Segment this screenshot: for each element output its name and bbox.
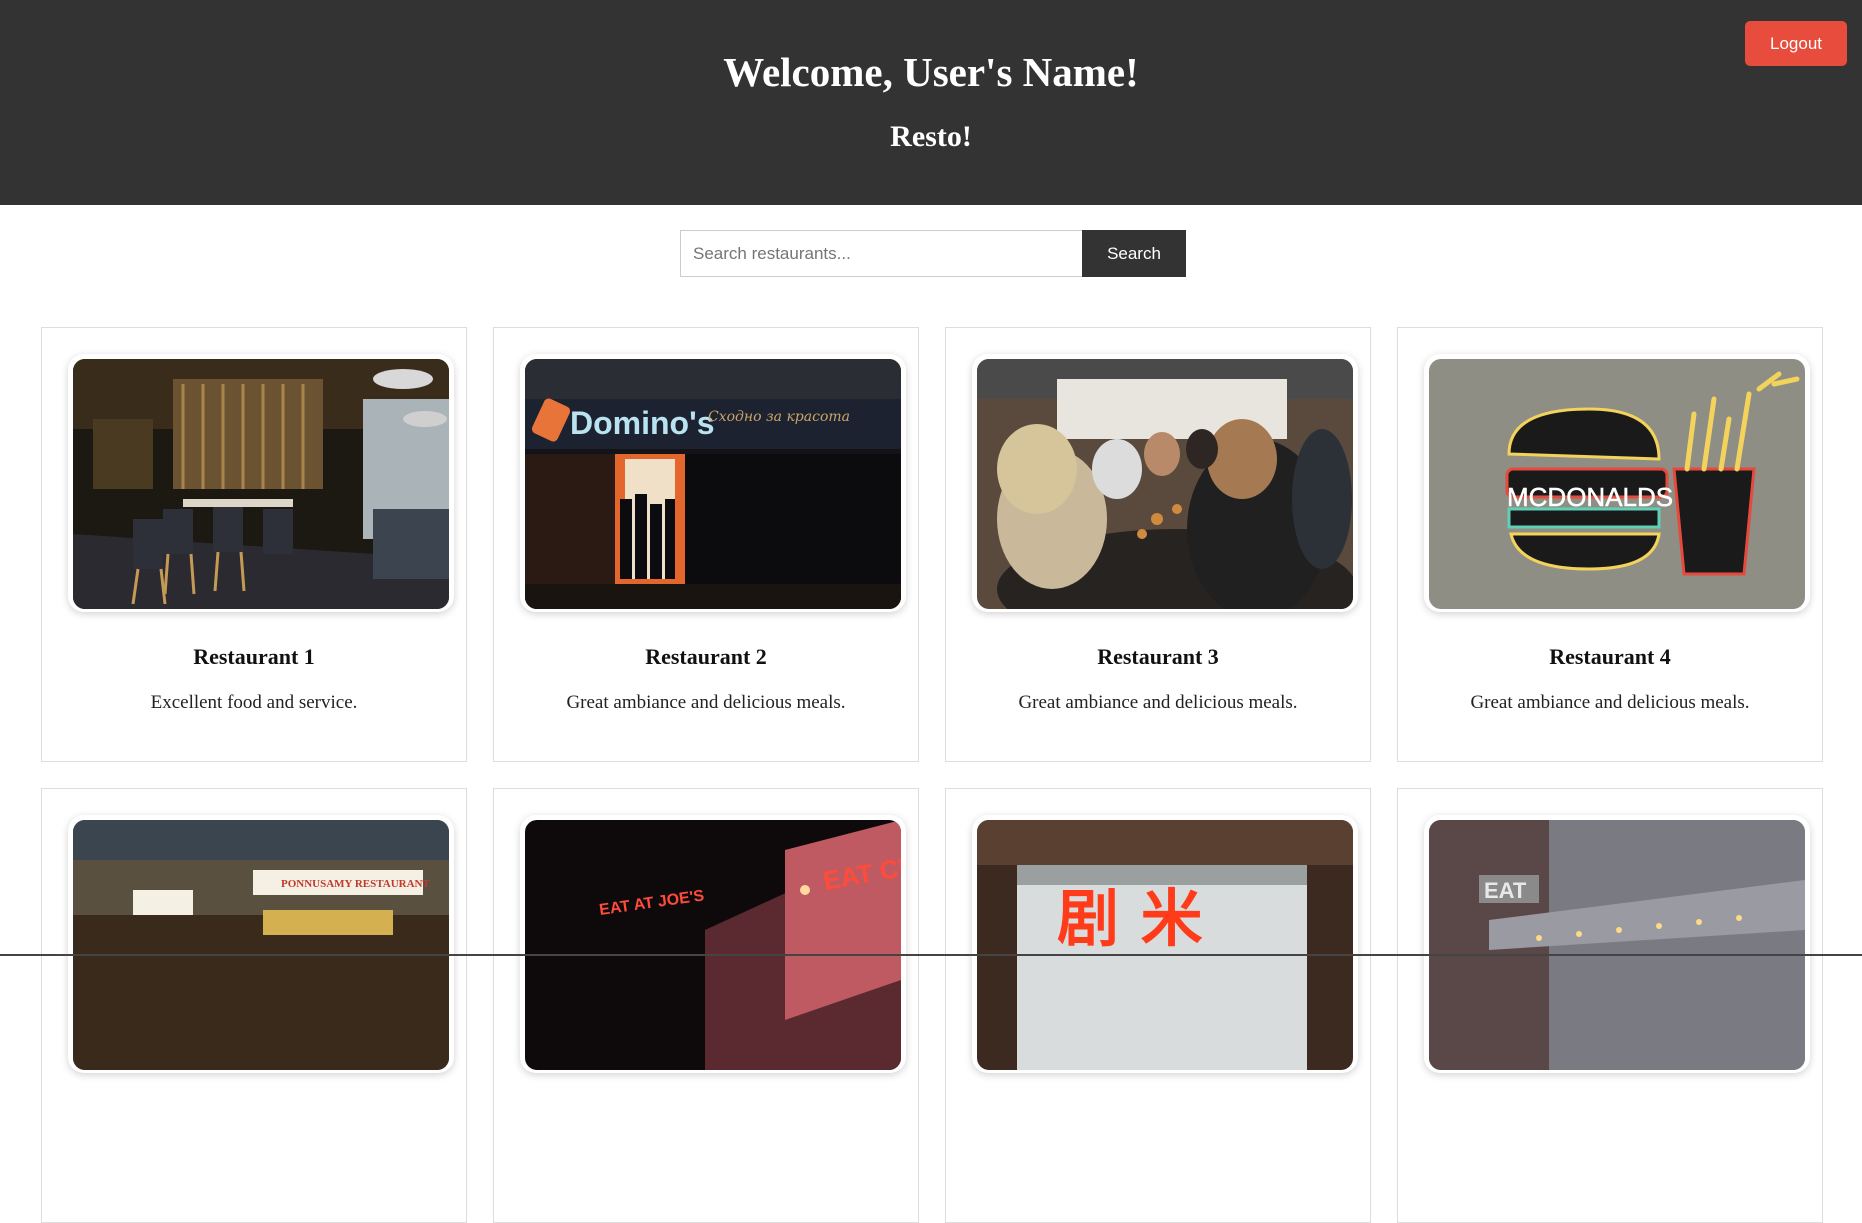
svg-text:MCDONALDS: MCDONALDS [1507,482,1673,512]
restaurant-name: Restaurant 3 [1097,644,1219,669]
search-button[interactable]: Search [1082,230,1186,277]
site-title: Resto! [890,120,972,153]
restaurant-name: Restaurant 2 [645,644,767,669]
dominos-storefront-photo: Domino's Сходно за красота [525,359,901,609]
diners-at-table-photo [977,359,1353,609]
svg-text:EAT: EAT [1484,878,1527,903]
restaurant-name: Restaurant 1 [193,644,315,669]
restaurant-card[interactable]: Restaurant 1 Excellent food and service. [41,327,467,762]
mcdonalds-neon-sign-photo: MCDONALDS [1429,359,1805,609]
restaurant-image-frame: EAT AT JOE'S EAT CRAB [520,815,906,1073]
restaurant-card[interactable]: 剧 米 [945,788,1371,1223]
search-input[interactable] [680,230,1082,277]
restaurant-description: Great ambiance and delicious meals. [566,692,846,713]
restaurant-image-frame: MCDONALDS [1424,354,1810,612]
ponnusamy-restaurant-photo: PONNUSAMY RESTAURANT [73,820,449,1070]
welcome-heading: Welcome, User's Name! [723,49,1139,95]
restaurant-description: Excellent food and service. [150,692,358,713]
restaurant-image-frame: Domino's Сходно за красота [520,354,906,612]
restaurant-interior-photo [73,359,449,609]
restaurant-description: Great ambiance and delicious meals. [1470,692,1750,713]
restaurant-card[interactable]: Restaurant 3 Great ambiance and deliciou… [945,327,1371,762]
eat-at-joes-neon-photo: EAT AT JOE'S EAT CRAB [525,820,901,1070]
search-bar: Search [680,230,1186,277]
restaurant-image-frame [972,354,1358,612]
restaurant-description: Great ambiance and delicious meals. [1018,692,1298,713]
restaurant-card[interactable]: PONNUSAMY RESTAURANT [41,788,467,1223]
restaurant-name: Restaurant 4 [1549,644,1671,669]
svg-text:剧 米: 剧 米 [1057,882,1203,955]
logout-button[interactable]: Logout [1745,21,1847,66]
restaurant-image-frame: EAT [1424,815,1810,1073]
restaurant-image-frame: PONNUSAMY RESTAURANT [68,815,454,1073]
restaurant-card[interactable]: EAT [1397,788,1823,1223]
svg-text:Сходно за красота: Сходно за красота [708,409,850,425]
svg-text:PONNUSAMY RESTAURANT: PONNUSAMY RESTAURANT [281,878,430,890]
svg-text:Domino's: Domino's [570,405,715,441]
chinese-restaurant-sign-photo: 剧 米 [977,820,1353,1070]
header: Welcome, User's Name! Resto! Logout [0,0,1862,205]
eat-diner-corner-photo: EAT [1429,820,1805,1070]
restaurant-image-frame [68,354,454,612]
restaurant-card[interactable]: MCDONALDS Restaurant 4 Great ambiance an… [1397,327,1823,762]
restaurant-card[interactable]: EAT AT JOE'S EAT CRAB [493,788,919,1223]
restaurant-card[interactable]: Domino's Сходно за красота Restaurant 2 … [493,327,919,762]
restaurant-image-frame: 剧 米 [972,815,1358,1073]
